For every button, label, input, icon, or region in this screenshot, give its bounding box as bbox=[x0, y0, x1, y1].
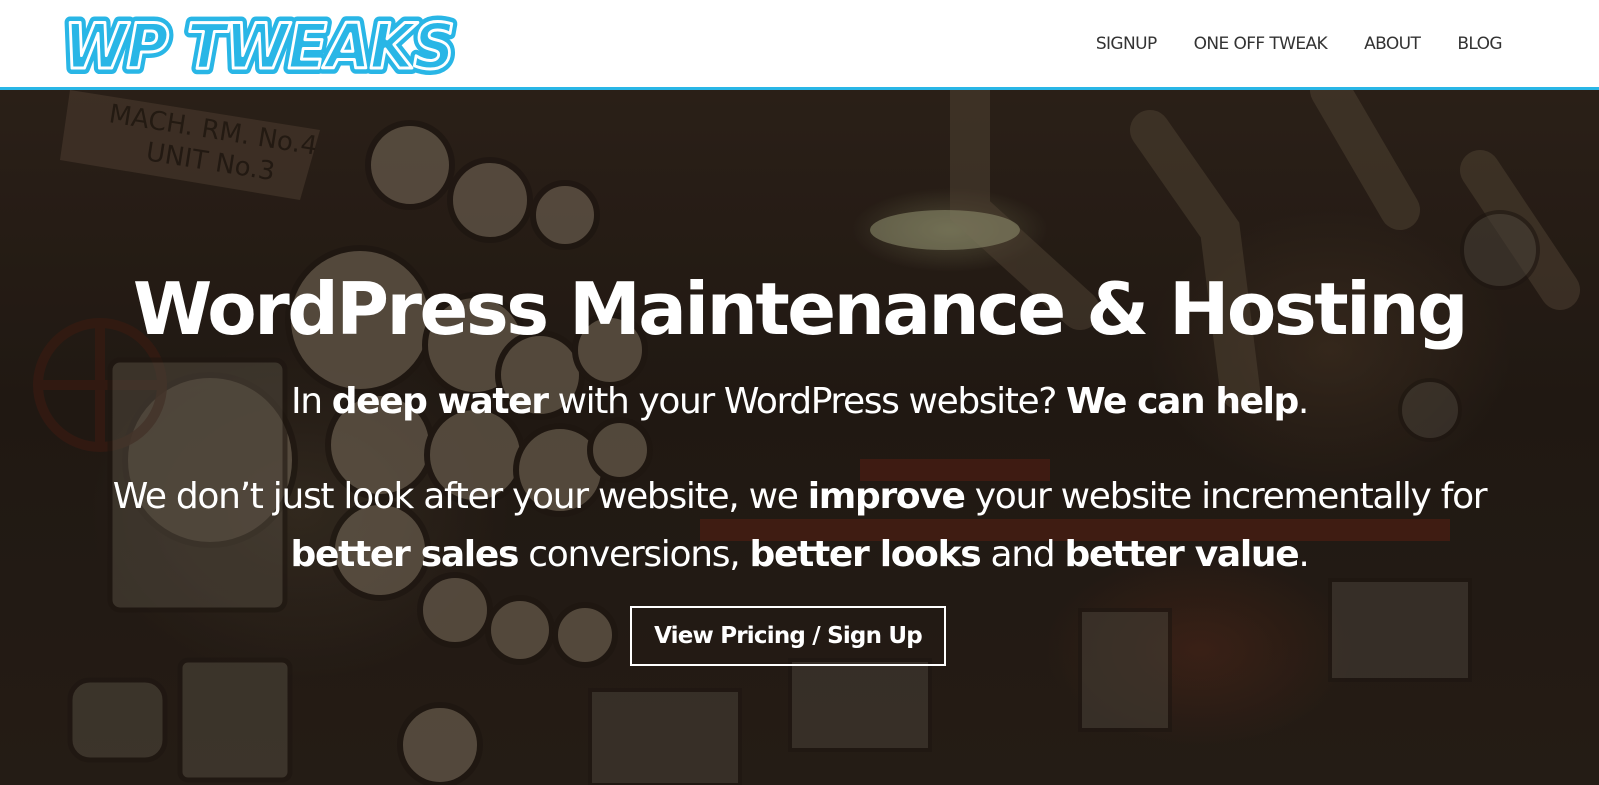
hero-title: WordPress Maintenance & Hosting bbox=[132, 267, 1469, 351]
wp-tweaks-logo-icon: WP TWEAKS WP TWEAKS bbox=[58, 12, 461, 76]
hero-subtitle-bold: We can help bbox=[1065, 381, 1299, 422]
nav-one-off-tweak[interactable]: ONE OFF TWEAK bbox=[1194, 34, 1328, 54]
hero-description-bold: better looks bbox=[749, 534, 981, 575]
hero-subtitle: In deep water with your WordPress websit… bbox=[0, 384, 1599, 420]
hero-description-text: conversions, bbox=[518, 534, 750, 575]
hero-subtitle-text: In bbox=[291, 381, 332, 422]
hero-section: MACH. RM. No.4 UNIT No.3 WordPress Maint… bbox=[0, 90, 1599, 785]
hero-description-text: We don’t just look after your website, w… bbox=[112, 476, 808, 517]
hero-subtitle-text: with your WordPress website? bbox=[547, 381, 1066, 422]
hero-description-text: your website incrementally for bbox=[964, 476, 1488, 517]
hero-description-bold: improve bbox=[807, 476, 966, 517]
hero-description-bold: better sales bbox=[290, 534, 519, 575]
nav-blog[interactable]: BLOG bbox=[1457, 34, 1502, 54]
hero-description: We don’t just look after your website, w… bbox=[60, 468, 1539, 584]
hero-description-text: and bbox=[980, 534, 1065, 575]
hero-description-bold: better value bbox=[1064, 534, 1300, 575]
view-pricing-signup-button[interactable]: View Pricing / Sign Up bbox=[630, 606, 946, 666]
svg-text:WP TWEAKS: WP TWEAKS bbox=[64, 12, 454, 76]
nav-signup[interactable]: SIGNUP bbox=[1096, 34, 1157, 54]
nav-about[interactable]: ABOUT bbox=[1364, 34, 1421, 54]
site-logo[interactable]: WP TWEAKS WP TWEAKS bbox=[58, 12, 462, 76]
main-nav: SIGNUP ONE OFF TWEAK ABOUT BLOG bbox=[1096, 34, 1503, 54]
site-header: WP TWEAKS WP TWEAKS SIGNUP ONE OFF TWEAK… bbox=[0, 0, 1599, 90]
hero-subtitle-bold: deep water bbox=[331, 381, 549, 422]
hero-content: WordPress Maintenance & Hosting In deep … bbox=[0, 90, 1599, 785]
hero-description-text: . bbox=[1298, 534, 1309, 575]
hero-subtitle-text: . bbox=[1297, 381, 1309, 422]
